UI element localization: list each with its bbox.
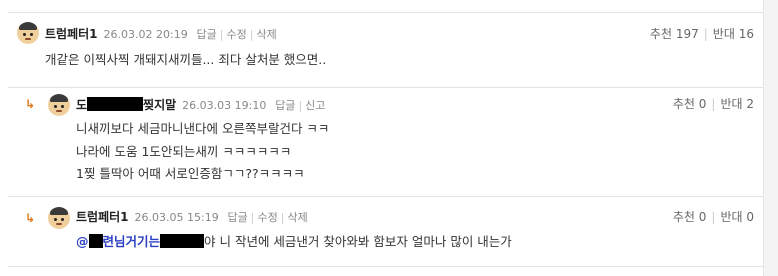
oppose-button[interactable]: 반대 16 <box>713 27 754 41</box>
reply-button[interactable]: 답글 <box>275 99 295 112</box>
oppose-button[interactable]: 반대 0 <box>720 210 754 224</box>
recommend-count: 197 <box>675 27 699 41</box>
mention-link[interactable]: @ 련님거기는 <box>76 234 160 249</box>
comment-text: 개같은 이찍사찍 개돼지새끼들... 죄다 살처분 했으면.. <box>45 52 327 67</box>
divider <box>8 12 770 13</box>
report-button[interactable]: 신고 <box>305 99 325 112</box>
oppose-count: 2 <box>746 97 754 111</box>
comment-meta: 트럼페터1 26.03.05 15:19 답글 | 수정 | 삭제 <box>76 210 308 224</box>
delete-button[interactable]: 삭제 <box>287 211 307 224</box>
recommend-button[interactable]: 추천 197 <box>650 27 699 41</box>
reply-arrow-icon: ↳ <box>25 211 36 225</box>
comment-meta: 트럼페터1 26.03.02 20:19 답글 | 수정 | 삭제 <box>45 27 277 41</box>
recommend-button[interactable]: 추천 0 <box>673 97 707 111</box>
divider <box>8 196 770 197</box>
nickname[interactable]: 도 찢지말 <box>76 97 176 112</box>
comment-text: @ 련님거기는 야 니 작년에 세금낸거 찾아와봐 함보자 얼마나 많이 내는가 <box>76 234 512 249</box>
redacted-mention <box>88 234 103 248</box>
comment-date: 26.03.05 15:19 <box>134 211 219 224</box>
edit-button[interactable]: 수정 <box>227 28 247 41</box>
comment-text-line: 나라에 도움 1도안되는새끼 ㅋㅋㅋㅋㅋㅋ <box>76 144 292 159</box>
delete-button[interactable]: 삭제 <box>256 28 276 41</box>
vote-counts: 추천 197 | 반대 16 <box>649 27 754 41</box>
divider <box>8 266 770 267</box>
recommend-button[interactable]: 추천 0 <box>673 210 707 224</box>
redacted-nickname <box>87 97 144 111</box>
vote-counts: 추천 0 | 반대 0 <box>672 210 754 224</box>
recommend-count: 0 <box>698 210 707 224</box>
nickname[interactable]: 트럼페터1 <box>76 210 129 224</box>
comment-text-line: 1찢 틀딱아 어때 서로인증함ㄱㄱ??ㅋㅋㅋㅋ <box>76 166 305 181</box>
oppose-count: 0 <box>746 210 754 224</box>
avatar-icon <box>48 207 70 229</box>
scrollbar[interactable] <box>763 0 778 276</box>
comment-meta: 도 찢지말 26.03.03 19:10 답글 | 신고 <box>76 97 326 112</box>
avatar-icon <box>17 22 39 44</box>
edit-button[interactable]: 수정 <box>258 211 278 224</box>
comment-date: 26.03.03 19:10 <box>182 99 267 112</box>
oppose-count: 16 <box>738 27 754 41</box>
reply-button[interactable]: 답글 <box>228 211 248 224</box>
divider <box>8 87 770 88</box>
recommend-count: 0 <box>698 97 707 111</box>
comment-text-line: 니새끼보다 세금마니낸다에 오른쪽부랄건다 ㅋㅋ <box>76 121 330 136</box>
avatar-icon <box>48 94 70 116</box>
redacted-text <box>160 234 205 248</box>
oppose-button[interactable]: 반대 2 <box>720 97 754 111</box>
comment-date: 26.03.02 20:19 <box>103 28 188 41</box>
reply-button[interactable]: 답글 <box>197 28 217 41</box>
vote-counts: 추천 0 | 반대 2 <box>672 97 754 111</box>
nickname[interactable]: 트럼페터1 <box>45 27 98 41</box>
reply-arrow-icon: ↳ <box>25 97 36 111</box>
